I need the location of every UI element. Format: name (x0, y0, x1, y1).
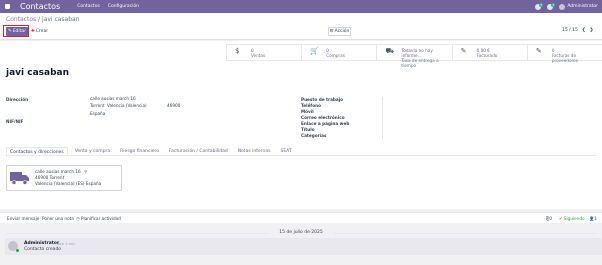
city: Torrent (90, 103, 105, 108)
activity-icon[interactable]: 2 (547, 2, 556, 10)
card-region: Valencia (Valencia) (ES) España (35, 181, 102, 186)
tab-contacts[interactable]: Contactos y direcciones (6, 147, 68, 155)
attachments-button[interactable]: ⎘0 (546, 216, 552, 221)
address-label: Dirección (6, 97, 29, 102)
app-name[interactable]: Contactos (20, 2, 60, 11)
vat-label: NIF/NIF (6, 119, 24, 124)
message-time: - hace 3 min (53, 241, 76, 246)
message-body: Contacto creado (24, 247, 62, 252)
stat-vendor-bills[interactable]: ✎ 0 Facturas de proveedores (526, 45, 602, 63)
tab-seat[interactable]: SEAT (277, 147, 294, 155)
log-note-button[interactable]: Poner una nota (42, 216, 74, 221)
chat-icon[interactable]: 5 (535, 2, 544, 10)
truck-icon: ⛟ (385, 47, 395, 55)
truck-icon (10, 172, 29, 185)
notebook-tabs: Contactos y direcciones Venta y compra R… (6, 147, 596, 156)
breadcrumb-parent[interactable]: Contactos (6, 16, 36, 23)
date-separator-right (334, 233, 596, 234)
card-street: calle ausias march 16 ⚲ (35, 169, 88, 174)
mobile-label: Móvil (301, 109, 314, 114)
dollar-icon: $ (235, 47, 240, 55)
pencil-icon: ✎ (535, 47, 542, 55)
form-sheet: $ 0 Ventas 🛒 0 Compras ⛟ Todavía no hay … (0, 41, 602, 209)
following-button[interactable]: ✔ Siguiendo (559, 216, 585, 221)
partner-name: javi casaban (6, 68, 70, 78)
send-message-button[interactable]: Enviar mensaje (7, 216, 39, 221)
breadcrumb-current: javi casaban (41, 16, 80, 23)
gear-icon: ⚙ (329, 29, 334, 34)
menu-configuracion[interactable]: Configuración (108, 4, 139, 9)
tab-accounting[interactable]: Facturación / Contabilidad (166, 147, 231, 155)
website-label: Enlace a página web (301, 121, 350, 126)
stat-facturado[interactable]: ✎ 0,00 € Facturado (451, 45, 527, 60)
address-card[interactable]: calle ausias march 16 ⚲ 46900 Torrent Va… (6, 165, 122, 191)
action-button[interactable]: ⚙ Acción (328, 27, 351, 36)
field-divider (382, 97, 383, 139)
cart-icon: 🛒 (310, 47, 319, 55)
followers-button[interactable]: 👤1 (589, 216, 597, 222)
phone-label: Teléfono (301, 103, 321, 108)
chevron-right-icon[interactable]: ❯ (590, 28, 594, 33)
chatter-topbar: Enviar mensaje Poner una nota ◷ Planific… (0, 212, 602, 223)
check-icon: ✔ (559, 216, 563, 221)
smart-buttons: $ 0 Ventas 🛒 0 Compras ⛟ Todavía no hay … (226, 44, 602, 68)
pager-value[interactable]: 15 / 15 (562, 28, 578, 33)
clock-icon: ◷ (76, 216, 80, 221)
job-label: Puesto de trabajo (301, 97, 344, 102)
stat-ventas[interactable]: $ 0 Ventas (226, 45, 301, 60)
title-label: Título (301, 127, 315, 132)
map-marker-icon[interactable]: ⚲ (84, 169, 87, 174)
tags-label: Categorías (301, 133, 327, 138)
pencil-icon: ✎ (7, 29, 12, 34)
state: Valencia (Valencia) (107, 103, 147, 108)
email-label: Correo electrónico (301, 115, 345, 120)
stat-on-time[interactable]: ⛟ Todavía no hay informe... Tasa de entr… (376, 45, 451, 68)
tab-sales-purchase[interactable]: Venta y compra (72, 147, 113, 155)
control-panel: Contactos / javi casaban ✎ Editar ✚ Crea… (0, 13, 602, 40)
top-navbar: Contactos Contactos Configuración 5 2 Ad… (0, 0, 602, 13)
avatar (559, 3, 566, 10)
schedule-activity-button[interactable]: ◷ Planificar actividad (76, 216, 121, 221)
create-button[interactable]: ✚ Crear (31, 27, 48, 36)
user-menu[interactable]: Administrator (559, 3, 598, 10)
pencil-icon: ✎ (460, 47, 467, 55)
edit-button[interactable]: ✎ Editar (6, 27, 28, 36)
tab-notes[interactable]: Notas internas (235, 147, 274, 155)
chevron-left-icon[interactable]: ❮ (582, 28, 586, 33)
street: calle ausias march 16 (90, 96, 136, 101)
menu-contactos[interactable]: Contactos (77, 4, 100, 9)
country: España (90, 111, 106, 116)
card-zip-city: 46900 Torrent (35, 175, 65, 180)
user-name: Administrator (567, 4, 598, 9)
apps-menu-icon[interactable] (5, 4, 10, 9)
breadcrumb: Contactos / javi casaban (6, 16, 80, 23)
plus-icon: ✚ (31, 29, 35, 34)
online-status-icon (16, 249, 19, 252)
message: Administrator - hace 3 min Contacto crea… (5, 238, 602, 255)
pager: 15 / 15 ❮ ❯ (562, 28, 593, 33)
zip: 46900 (167, 103, 181, 108)
stat-compras[interactable]: 🛒 0 Compras (301, 45, 376, 60)
tab-risk[interactable]: Riesgo financiero (117, 147, 162, 155)
